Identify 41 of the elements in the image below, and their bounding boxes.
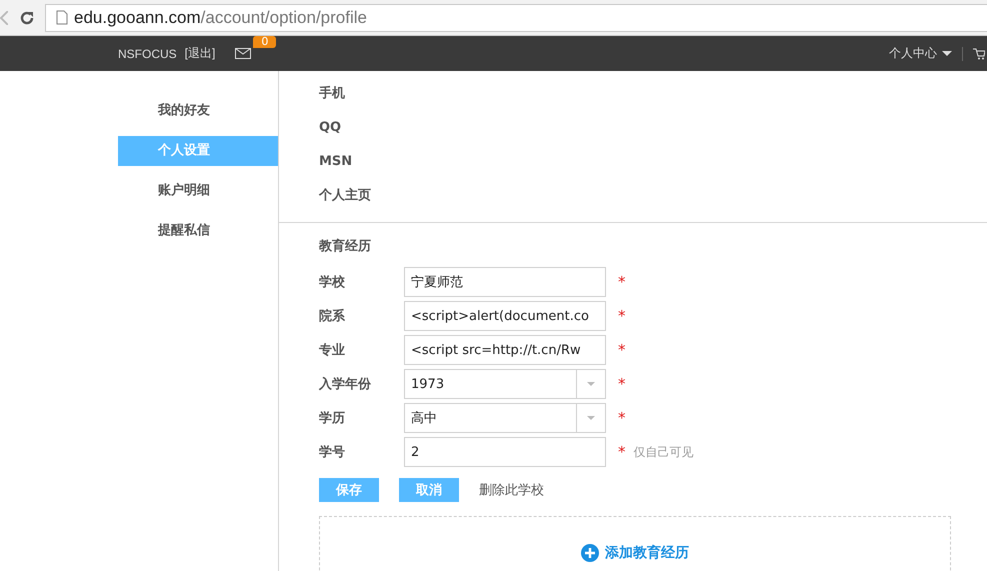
field-label: 专业 [319,342,346,359]
username: NSFOCUS [118,46,177,60]
select-field[interactable]: 高中 [404,403,606,433]
user-center-menu[interactable]: 个人中心 [889,45,937,62]
required-mark: * [618,409,626,427]
field-label: QQ [319,119,342,137]
address-bar[interactable]: edu.gooann.com/account/option/profile [45,4,987,32]
field-label: 院系 [319,308,346,325]
select-field[interactable]: 1973 [404,369,606,399]
sidebar-item[interactable]: 提醒私信 [118,211,278,251]
field-label: 学校 [319,274,346,291]
hint-text: 仅自己可见 [634,444,694,460]
sidebar-item[interactable]: 我的好友 [118,91,278,131]
mail-icon[interactable] [235,48,252,59]
input-field[interactable]: 2 [404,437,606,467]
field-label: 学历 [319,410,346,427]
sidebar-item[interactable]: 账户明细 [118,171,278,211]
input-field[interactable]: 宁夏师范 [404,267,606,297]
field-label: 手机 [319,84,346,103]
section-title: 教育经历 [319,238,372,255]
required-mark: * [618,307,626,325]
required-mark: * [618,341,626,359]
page-icon [56,10,68,25]
add-icon [581,544,599,562]
field-label: 学号 [319,444,346,461]
reload-icon[interactable] [19,10,35,26]
input-field[interactable]: <script src=http://t.cn/Rw [404,335,606,365]
cart-icon[interactable] [973,48,985,60]
caret-icon [942,51,952,56]
field-label: MSN [319,153,354,171]
required-mark: * [618,273,626,291]
message-count-badge: 0 [253,36,276,48]
field-label: 个人主页 [319,186,372,205]
required-mark: * [618,443,626,461]
required-mark: * [618,375,626,393]
field-label: 入学年份 [319,376,372,393]
delete-link[interactable]: 删除此学校 [479,481,544,499]
dropdown-arrow-icon [587,382,595,386]
dropdown-arrow-icon [587,416,595,420]
logout-link[interactable]: [退出] [184,45,216,62]
input-field[interactable]: <script>alert(document.co [404,301,606,331]
